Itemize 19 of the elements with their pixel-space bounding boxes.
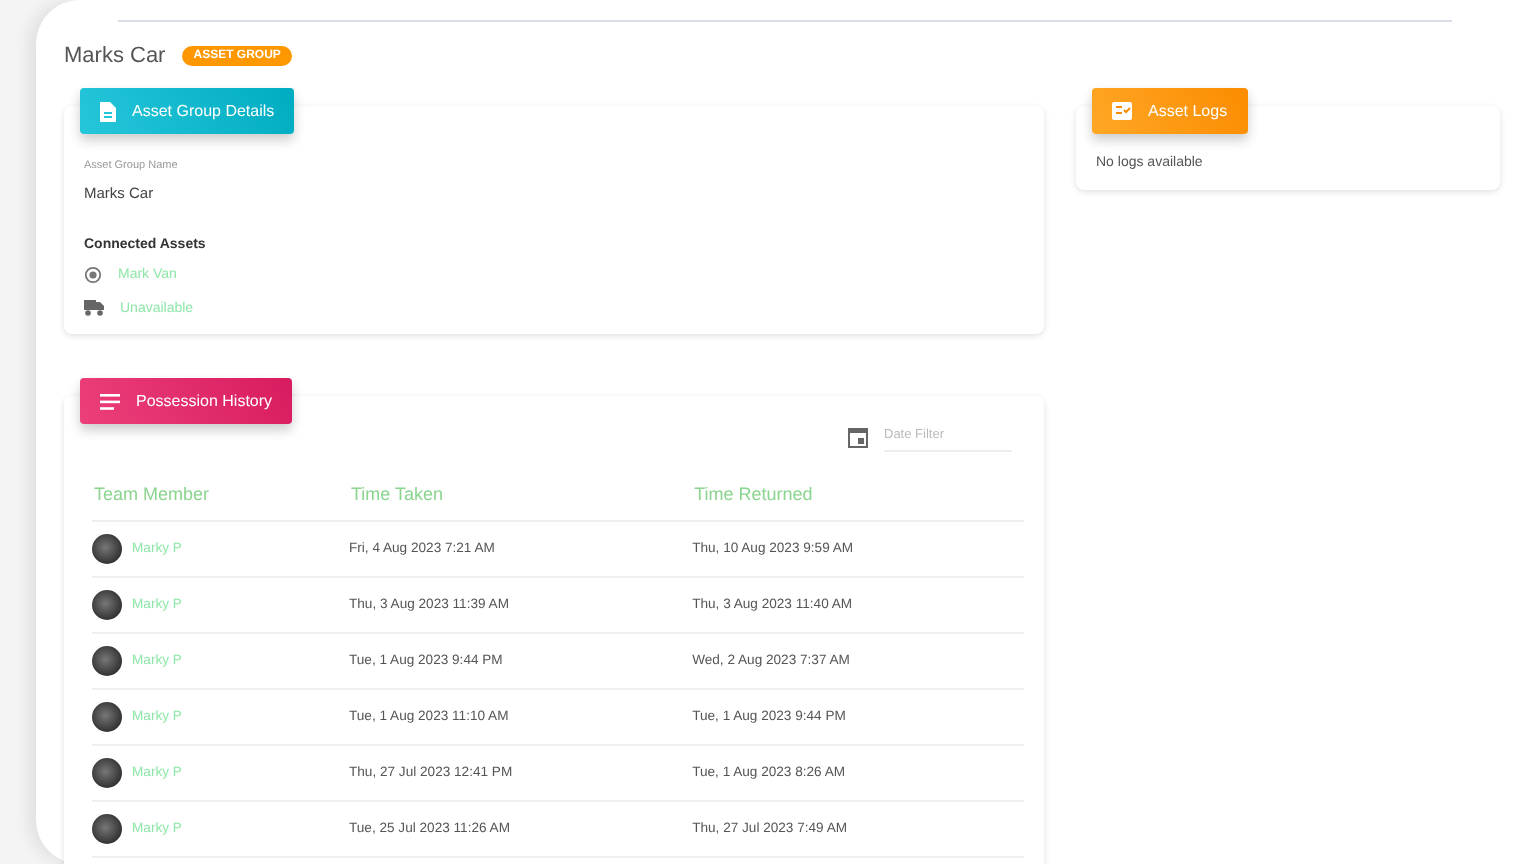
avatar [92,814,122,844]
avatar [92,758,122,788]
avatar [92,646,122,676]
target-icon [84,265,102,283]
truck-icon [84,300,104,316]
list-icon [100,393,120,409]
document-icon [100,101,116,121]
logs-header-label: Asset Logs [1148,102,1228,120]
history-header-label: Possession History [136,392,273,410]
column-header: Team Member [94,484,210,504]
page-title: Marks Car [64,44,166,68]
avatar [92,590,122,620]
column-header: Time Taken [351,484,444,504]
avatar [92,702,122,732]
column-header: Time Returned [694,484,813,504]
calendar-icon [848,425,868,447]
checklist-icon [1112,102,1132,120]
details-header-label: Asset Group Details [132,102,275,120]
avatar [92,534,122,564]
